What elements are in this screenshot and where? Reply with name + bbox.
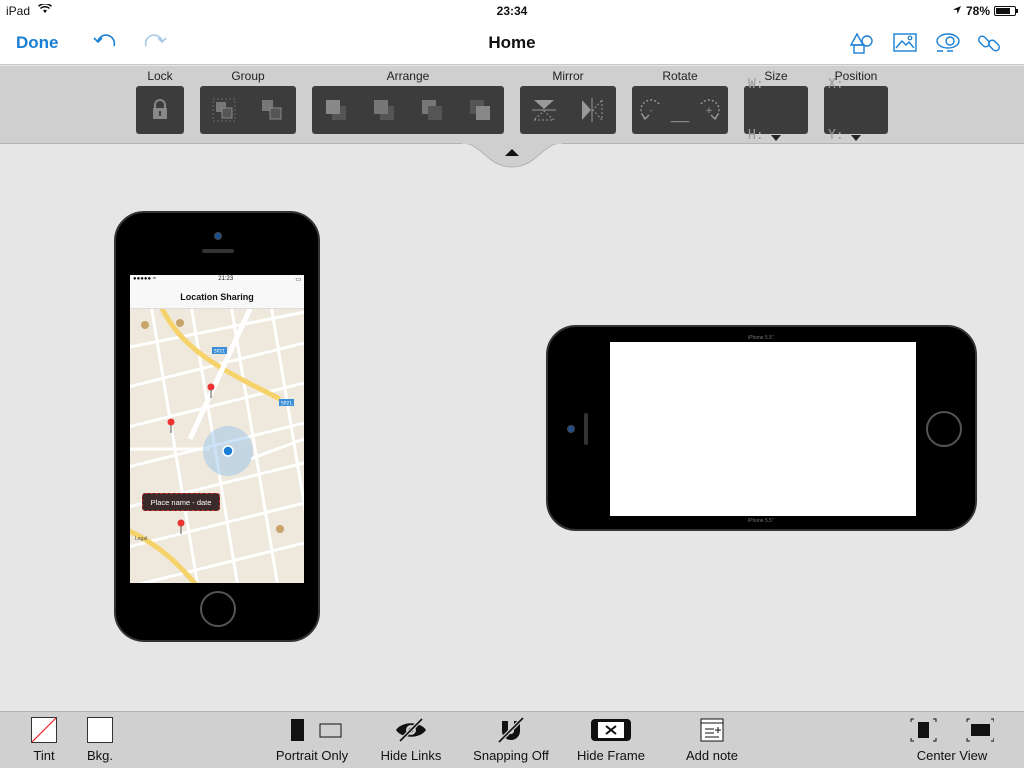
portrait-device-frame[interactable]: ●●●●● ≈ 21:23 ▭ Location Sharing SP21 SP… — [114, 211, 320, 642]
send-backward-icon[interactable] — [412, 90, 452, 130]
svg-text:-: - — [650, 106, 653, 116]
send-to-back-icon[interactable] — [460, 90, 500, 130]
arrange-label: Arrange — [386, 69, 430, 83]
size-group: Size W: --- H: --- — [744, 68, 808, 143]
bottom-bar: Tint Bkg. Portrait Only Hide Links Snapp… — [0, 711, 1024, 768]
snapping-off-button[interactable]: Snapping Off — [470, 712, 552, 768]
tint-swatch-icon — [31, 712, 57, 748]
landscape-screen[interactable] — [610, 342, 916, 516]
tint-label: Tint — [33, 748, 55, 763]
transition-icon[interactable] — [934, 29, 962, 57]
background-swatch-icon — [87, 712, 113, 748]
position-x-value: --- — [851, 77, 875, 92]
camera-icon — [567, 425, 575, 433]
image-icon[interactable] — [892, 29, 920, 57]
add-note-button[interactable]: Add note — [680, 712, 744, 768]
group-group: Group — [200, 68, 296, 134]
battery-icon — [994, 6, 1018, 16]
lock-icon[interactable] — [140, 90, 180, 130]
edit-toolbar: Lock Group Arrange Mirror Rotate - ___ +… — [0, 66, 1024, 144]
snapping-off-label: Snapping Off — [473, 748, 549, 763]
home-button — [200, 591, 236, 627]
mock-battery-icon: ▭ — [295, 277, 301, 283]
undo-icon[interactable] — [92, 31, 120, 55]
mirror-vertical-icon[interactable] — [524, 90, 564, 130]
portrait-only-button[interactable]: Portrait Only — [270, 712, 354, 768]
lock-group: Lock — [136, 68, 184, 134]
bkg-label: Bkg. — [86, 748, 113, 763]
magnet-slash-icon — [496, 712, 526, 748]
position-x-key: X: — [828, 77, 844, 92]
group-label: Group — [231, 69, 265, 83]
size-w-key: W: — [748, 77, 764, 92]
note-icon — [700, 712, 724, 748]
battery-fill — [996, 8, 1011, 14]
mock-screen-title: Location Sharing — [130, 285, 304, 309]
mirror-group: Mirror — [520, 68, 616, 134]
hide-frame-label: Hide Frame — [577, 748, 645, 763]
toolbar-collapse-tab[interactable] — [461, 142, 563, 169]
add-note-label: Add note — [685, 748, 739, 763]
portrait-screen[interactable]: ●●●●● ≈ 21:23 ▭ Location Sharing SP21 SP… — [130, 275, 304, 583]
center-view-button[interactable]: Center View — [908, 712, 996, 768]
ungroup-objects-icon[interactable] — [252, 90, 292, 130]
size-h-key: H: — [748, 128, 764, 143]
camera-icon — [214, 232, 222, 240]
arrange-group: Arrange — [312, 68, 504, 134]
rotate-right-icon[interactable]: + — [689, 90, 728, 130]
battery-percent: 78% — [965, 4, 990, 18]
size-w-value: --- — [771, 77, 795, 92]
dimension-label-bottom: iPhone 5.5" — [748, 518, 774, 524]
mirror-horizontal-icon[interactable] — [572, 90, 612, 130]
speaker-grille — [202, 249, 234, 253]
link-icon[interactable] — [976, 29, 1004, 57]
mock-status-time: 21:23 — [218, 276, 234, 282]
bring-to-front-icon[interactable] — [316, 90, 356, 130]
rotate-label: Rotate — [662, 69, 698, 83]
tint-button[interactable]: Tint — [24, 712, 64, 768]
rotate-value: ___ — [670, 111, 690, 123]
hide-frame-button[interactable]: Hide Frame — [574, 712, 648, 768]
location-arrow-icon — [952, 4, 962, 18]
center-view-label: Center View — [916, 748, 988, 763]
position-dropdown[interactable]: X: --- Y: --- — [824, 77, 888, 143]
lock-label: Lock — [147, 69, 173, 83]
redo-icon[interactable] — [140, 31, 168, 55]
size-dropdown[interactable]: W: --- H: --- — [744, 77, 808, 143]
status-time: 23:34 — [496, 4, 528, 18]
landscape-device-frame[interactable]: iPhone 5.5" iPhone 5.5" — [546, 325, 977, 531]
rotate-group: Rotate - ___ + — [632, 68, 728, 134]
background-button[interactable]: Bkg. — [80, 712, 120, 768]
frame-x-icon — [590, 712, 632, 748]
size-dropdown-caret-icon — [771, 135, 781, 141]
bring-forward-icon[interactable] — [364, 90, 404, 130]
position-y-key: Y: — [828, 128, 844, 143]
road-shield-2: SP21 — [281, 401, 292, 407]
orientation-icon — [282, 712, 342, 748]
dimension-label-top: iPhone 5.5" — [748, 335, 774, 341]
done-button[interactable]: Done — [16, 33, 59, 53]
mock-signal-icon: ●●●●● ≈ — [133, 276, 157, 282]
map-view: SP21 SP21 — [130, 309, 304, 583]
home-button — [926, 411, 962, 447]
rotate-left-icon[interactable]: - — [632, 90, 671, 130]
hide-links-button[interactable]: Hide Links — [376, 712, 446, 768]
mirror-label: Mirror — [552, 69, 584, 83]
road-shield-1: SP21 — [214, 349, 225, 355]
center-view-icon — [910, 712, 994, 748]
svg-text:+: + — [705, 106, 713, 116]
speaker-grille — [584, 413, 588, 445]
group-objects-icon[interactable] — [204, 90, 244, 130]
position-group: Position X: --- Y: --- — [824, 68, 888, 143]
status-bar: iPad 23:34 78% — [0, 0, 1024, 22]
map-legal: Legal — [135, 536, 148, 542]
hide-links-label: Hide Links — [380, 748, 442, 763]
portrait-only-label: Portrait Only — [275, 748, 349, 763]
mock-status-bar: ●●●●● ≈ 21:23 ▭ — [130, 275, 304, 285]
map-callout: Place name - date — [142, 493, 220, 511]
position-dropdown-caret-icon — [851, 135, 861, 141]
eye-slash-icon — [394, 712, 428, 748]
